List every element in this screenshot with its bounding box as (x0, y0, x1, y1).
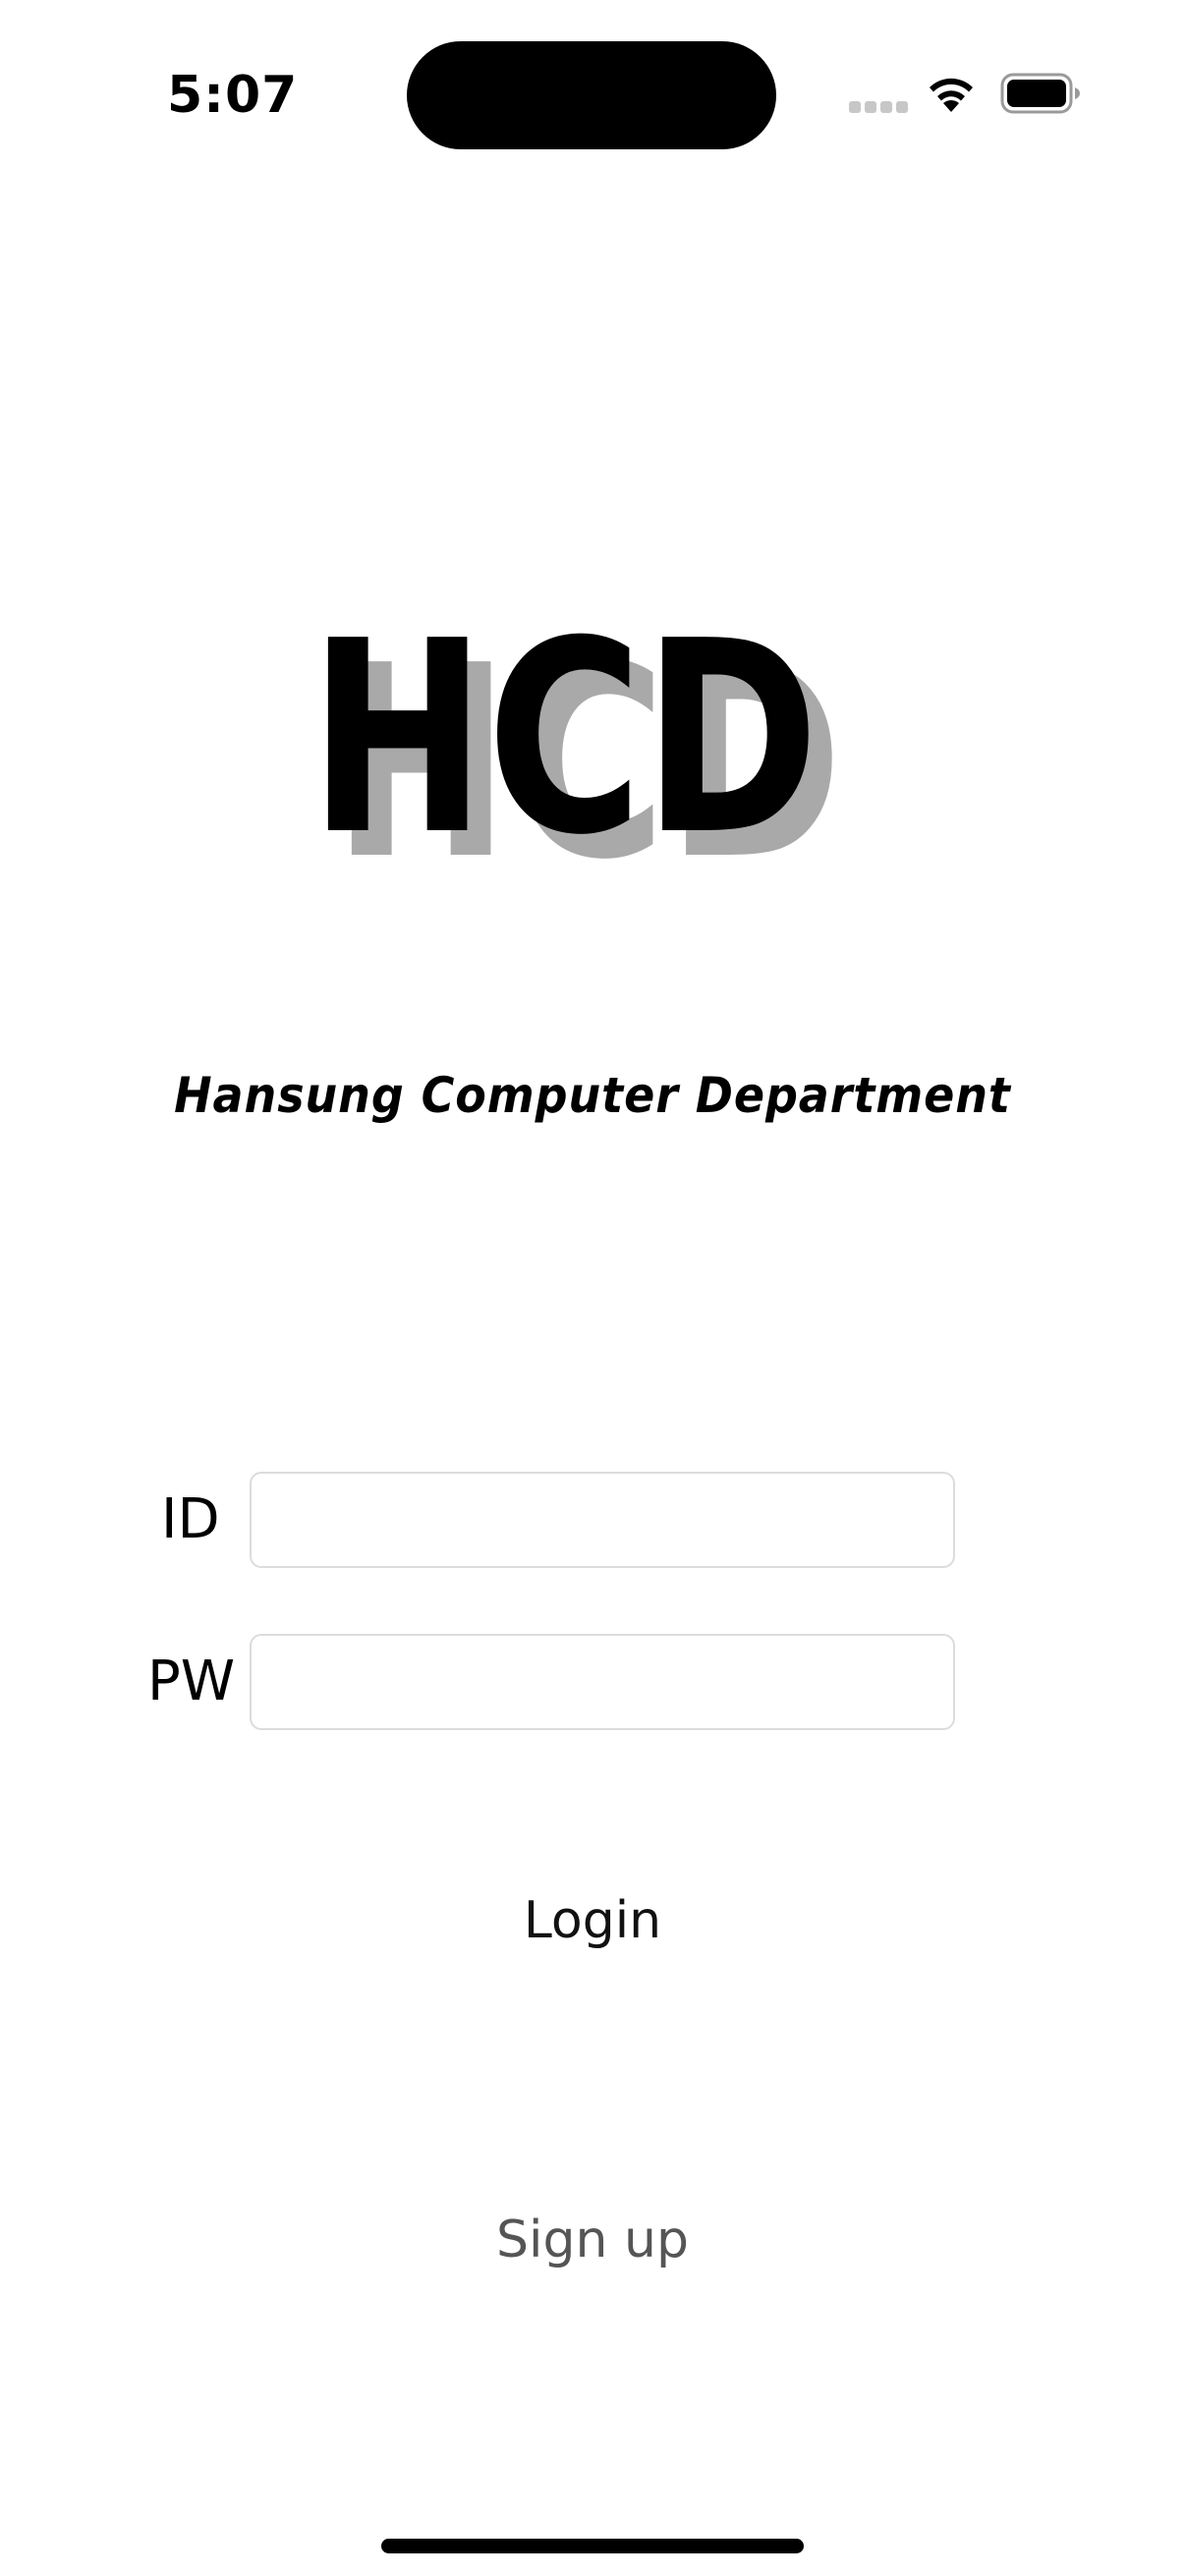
hcd-logo: HCD HCD (309, 584, 843, 874)
login-button[interactable]: Login (0, 1886, 1185, 1955)
subtitle: Hansung Computer Department (174, 1067, 1011, 1124)
cellular-signal-icon (849, 101, 908, 113)
signup-button[interactable]: Sign up (0, 2206, 1185, 2274)
status-time: 5:07 (167, 66, 299, 125)
pw-label: PW (147, 1650, 236, 1713)
battery-icon (1000, 73, 1080, 114)
id-label: ID (161, 1487, 220, 1551)
dynamic-island (407, 41, 776, 149)
pw-field[interactable] (250, 1634, 955, 1730)
wifi-icon (930, 78, 973, 112)
logo-text: HCD (309, 584, 819, 874)
home-indicator[interactable] (381, 2539, 804, 2553)
id-field[interactable] (250, 1472, 955, 1568)
